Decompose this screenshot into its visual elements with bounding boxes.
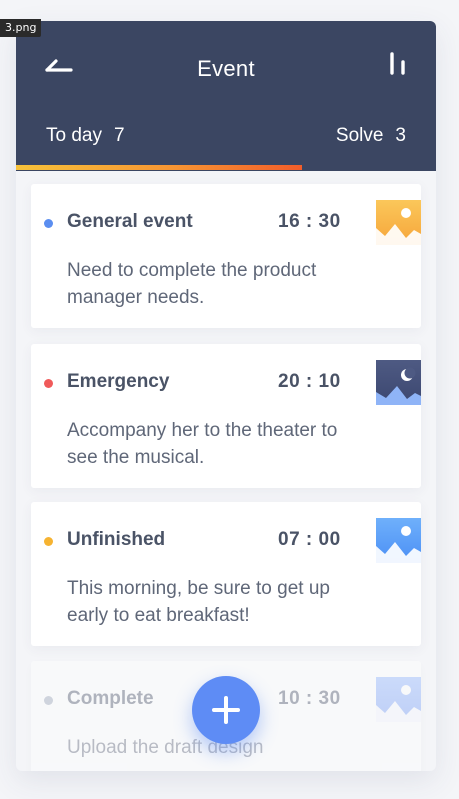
bar-chart-icon [390,52,405,75]
sun-mountain-icon [376,200,421,245]
progress-bar [16,165,436,171]
event-time: 07 : 00 [278,529,341,550]
status-dot [44,219,53,228]
event-description: Need to complete the product manager nee… [67,260,317,308]
event-description: This morning, be sure to get up early to… [67,578,330,626]
file-name-tag: 3.png [0,19,42,37]
status-dot [44,379,53,388]
today-number: 7 [113,125,125,146]
today-count: To day 7 [46,125,125,147]
event-card-unfinished[interactable]: Unfinished 07 : 00 This morning, be sure… [31,502,421,646]
event-card-emergency[interactable]: Emergency 20 : 10 Accompany her to the t… [31,344,421,488]
event-title: Complete [67,688,154,709]
event-description: Accompany her to the theater to see the … [67,420,338,468]
solve-label: Solve [335,125,384,146]
header-bar: Event To day 7 Solve 3 [16,21,436,171]
sun-mountain-icon [376,518,421,563]
event-time: 16 : 30 [278,211,341,232]
page-title: Event [197,56,255,81]
today-label: To day [46,125,102,146]
status-dot [44,696,53,705]
event-time: 20 : 10 [278,371,341,392]
status-dot [44,537,53,546]
plus-icon [212,696,240,724]
stats-button[interactable] [388,51,408,77]
solve-count: Solve 3 [336,125,406,147]
event-title: Unfinished [67,529,166,550]
moon-mountain-icon [376,360,421,405]
event-card-general[interactable]: General event 16 : 30 Need to complete t… [31,184,421,328]
event-title: General event [67,211,193,232]
solve-number: 3 [395,125,406,146]
progress-fill [16,165,302,170]
app-screen: Event To day 7 Solve 3 General event 16 : … [16,21,436,771]
event-time: 10 : 30 [278,688,341,709]
sun-mountain-icon [376,677,421,722]
add-event-button[interactable] [192,676,260,744]
event-title: Emergency [67,371,170,392]
